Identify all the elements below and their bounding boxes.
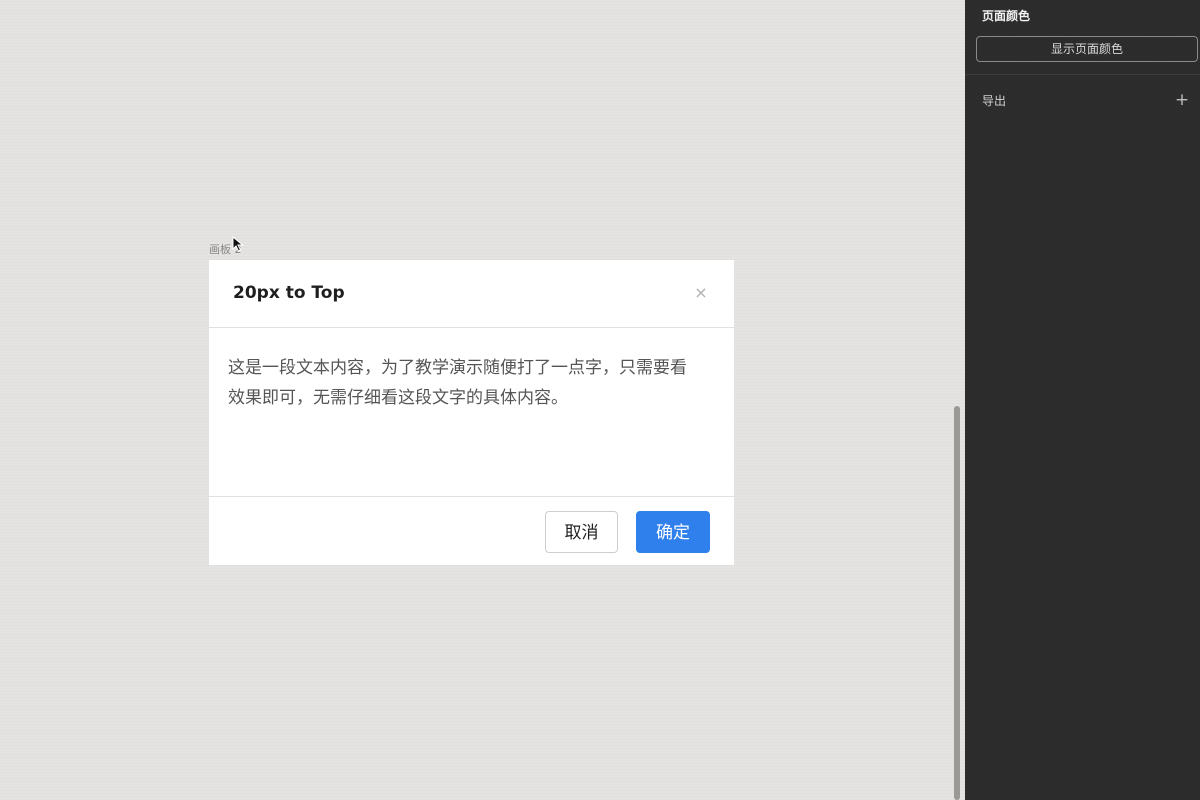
arrow-cursor-icon xyxy=(232,236,244,252)
close-icon[interactable]: × xyxy=(693,284,709,302)
show-page-color-button[interactable]: 显示页面颜色 xyxy=(976,36,1198,62)
canvas-scrollbar[interactable] xyxy=(954,406,960,800)
dialog-footer: 取消 确定 xyxy=(209,496,734,566)
page-color-heading: 页面颜色 xyxy=(982,9,1031,23)
export-heading: 导出 xyxy=(982,94,1007,108)
dialog-body-text: 这是一段文本内容，为了教学演示随便打了一点字，只需要看 效果即可，无需仔细看这段… xyxy=(228,353,718,413)
dialog-title: 20px to Top xyxy=(233,283,345,303)
cancel-button[interactable]: 取消 xyxy=(545,511,618,553)
dialog-header: 20px to Top × xyxy=(209,260,734,328)
modal-dialog-artboard[interactable]: 20px to Top × 这是一段文本内容，为了教学演示随便打了一点字，只需要… xyxy=(209,260,734,565)
properties-panel: 页面颜色 显示页面颜色 导出 + xyxy=(965,0,1200,800)
panel-divider xyxy=(965,74,1200,75)
dialog-body-line: 这是一段文本内容，为了教学演示随便打了一点字，只需要看 xyxy=(228,358,687,378)
plus-icon[interactable]: + xyxy=(1174,91,1190,109)
confirm-button[interactable]: 确定 xyxy=(636,511,710,553)
dialog-body-line: 效果即可，无需仔细看这段文字的具体内容。 xyxy=(228,388,568,408)
design-canvas[interactable]: 画板 2 20px to Top × 这是一段文本内容，为了教学演示随便打了一点… xyxy=(0,0,965,800)
